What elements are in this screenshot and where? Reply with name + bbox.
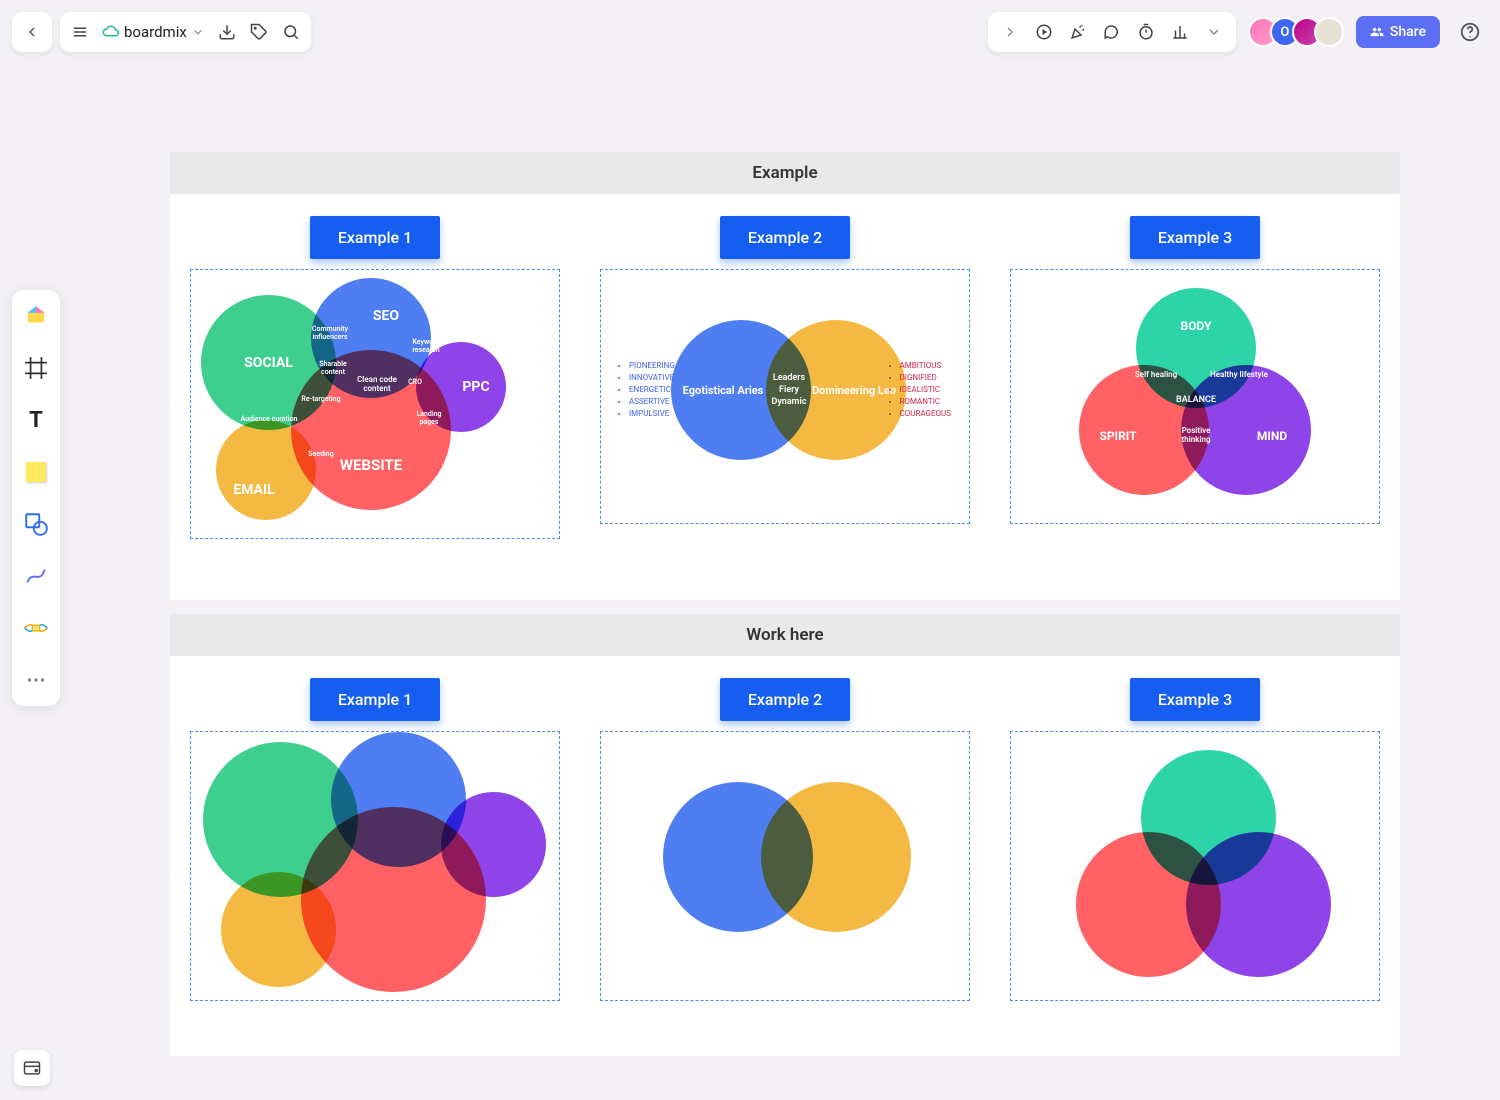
- venn-diagram-blank-3[interactable]: [1010, 731, 1380, 1001]
- venn-circle[interactable]: [301, 807, 486, 992]
- timer-icon[interactable]: [1136, 22, 1156, 42]
- section-header-example[interactable]: Example: [170, 152, 1400, 194]
- section-body-work: Example 1 Example 2 Example 3: [170, 656, 1400, 1056]
- play-icon[interactable]: [1034, 22, 1054, 42]
- layers-button[interactable]: [14, 1050, 50, 1086]
- avatar[interactable]: [1314, 17, 1344, 47]
- venn-diagram-2[interactable]: Egotistical Aries Domineering Leo Leader…: [600, 269, 970, 524]
- collaborator-avatars[interactable]: O: [1248, 17, 1344, 47]
- example-label[interactable]: Example 3: [1130, 216, 1260, 259]
- venn-circle[interactable]: WEBSITE: [291, 350, 451, 510]
- example-label[interactable]: Example 1: [310, 216, 440, 259]
- search-icon[interactable]: [281, 22, 301, 42]
- venn-circle[interactable]: Domineering Leo: [766, 320, 906, 460]
- venn-diagram-1[interactable]: SOCIAL SEO PPC EMAIL WEBSITE Community i…: [190, 269, 560, 539]
- venn2-left-list: PIONEERINGINNOVATIVEENERGETICASSERTIVEIM…: [619, 360, 675, 420]
- document-chip: boardmix: [60, 12, 311, 52]
- text-icon[interactable]: T: [20, 404, 52, 436]
- menu-icon[interactable]: [70, 22, 90, 42]
- tag-icon[interactable]: [249, 22, 269, 42]
- venn-circle[interactable]: MIND: [1181, 365, 1311, 495]
- section-title: Example: [752, 163, 817, 183]
- canvas[interactable]: Example Example 1 SOCIAL SEO PPC EMAIL W…: [170, 152, 1400, 1056]
- help-button[interactable]: [1452, 14, 1488, 50]
- comment-icon[interactable]: [1102, 22, 1122, 42]
- venn-circle[interactable]: [761, 782, 911, 932]
- venn-circle[interactable]: [1186, 832, 1331, 977]
- shape-icon[interactable]: [20, 508, 52, 540]
- venn2-right-list: AMBITIOUSDIGNIFIEDIDEALISTICROMANTICCOUR…: [890, 360, 951, 420]
- venn-diagram-blank-1[interactable]: [190, 731, 560, 1001]
- share-button[interactable]: Share: [1356, 16, 1440, 48]
- celebrate-icon[interactable]: [1068, 22, 1088, 42]
- venn-diagram-blank-2[interactable]: [600, 731, 970, 1001]
- share-label: Share: [1390, 24, 1426, 40]
- more-tools-chevron-icon[interactable]: [1204, 22, 1224, 42]
- mindmap-icon[interactable]: [20, 612, 52, 644]
- section-title: Work here: [746, 625, 823, 645]
- doc-title-wrap[interactable]: boardmix: [102, 23, 205, 41]
- doc-title: boardmix: [124, 23, 187, 41]
- templates-icon[interactable]: [20, 300, 52, 332]
- frame-icon[interactable]: [20, 352, 52, 384]
- back-button[interactable]: [12, 12, 52, 52]
- download-icon[interactable]: [217, 22, 237, 42]
- example-label[interactable]: Example 1: [310, 678, 440, 721]
- example-label[interactable]: Example 3: [1130, 678, 1260, 721]
- section-body-example: Example 1 SOCIAL SEO PPC EMAIL WEBSITE C…: [170, 194, 1400, 600]
- example-label[interactable]: Example 2: [720, 678, 850, 721]
- section-header-work[interactable]: Work here: [170, 614, 1400, 656]
- example-label[interactable]: Example 2: [720, 216, 850, 259]
- sticky-note-icon[interactable]: [20, 456, 52, 488]
- more-icon[interactable]: [20, 664, 52, 696]
- chevron-right-icon[interactable]: [1000, 22, 1020, 42]
- right-tool-chip: [988, 12, 1236, 52]
- venn-diagram-3[interactable]: BODY SPIRIT MIND BALANCE Self healing He…: [1010, 269, 1380, 524]
- connector-icon[interactable]: [20, 560, 52, 592]
- tool-rail: T: [12, 290, 60, 706]
- chart-icon[interactable]: [1170, 22, 1190, 42]
